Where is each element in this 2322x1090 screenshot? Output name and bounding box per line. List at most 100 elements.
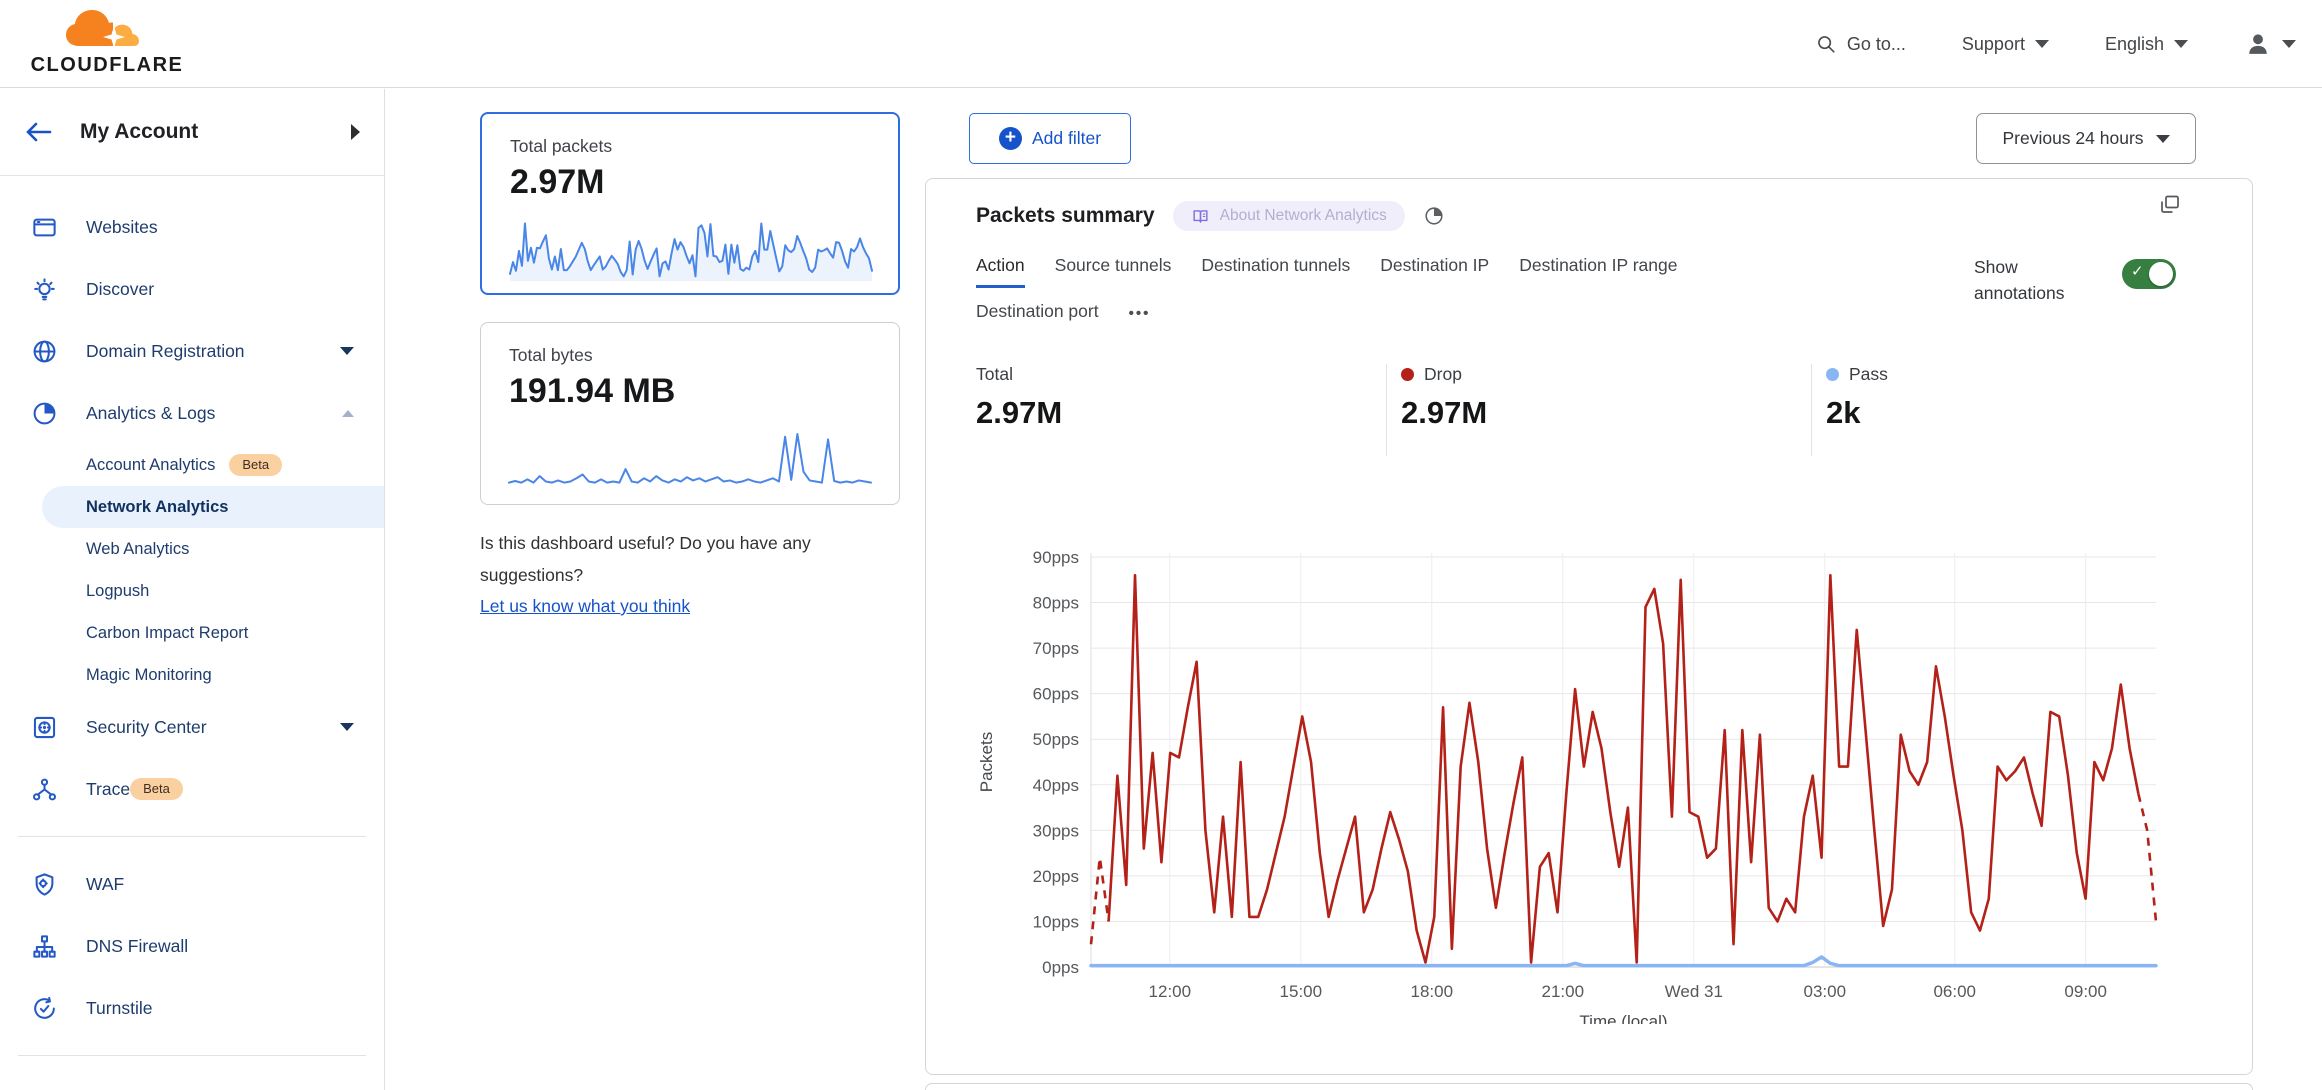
sidebar-item-turnstile[interactable]: Turnstile xyxy=(0,977,384,1039)
account-menu[interactable] xyxy=(2244,30,2296,58)
stat-value: 2.97M xyxy=(1401,395,1487,431)
back-arrow-icon[interactable] xyxy=(24,120,54,144)
svg-text:15:00: 15:00 xyxy=(1280,982,1323,1001)
about-network-analytics-pill[interactable]: About Network Analytics xyxy=(1173,201,1405,231)
check-icon: ✓ xyxy=(2131,262,2144,280)
about-pill-label: About Network Analytics xyxy=(1220,207,1387,225)
svg-text:0pps: 0pps xyxy=(1042,958,1079,977)
brand-wordmark: CLOUDFLARE xyxy=(22,54,192,77)
sidebar-subitem-label: Magic Monitoring xyxy=(86,666,212,685)
add-filter-label: Add filter xyxy=(1032,128,1101,149)
go-to-search[interactable]: Go to... xyxy=(1815,33,1906,55)
sidebar-subitem-label: Web Analytics xyxy=(86,540,189,559)
sidebar-item-websites[interactable]: Websites xyxy=(0,196,384,258)
packets-line-chart[interactable]: 0pps10pps20pps30pps40pps50pps60pps70pps8… xyxy=(976,539,2216,1024)
time-range-label: Previous 24 hours xyxy=(2002,128,2143,149)
sidebar-item-domain-registration[interactable]: Domain Registration xyxy=(0,320,384,382)
svg-text:10pps: 10pps xyxy=(1033,912,1079,931)
sidebar-item-label: Trace xyxy=(86,779,130,800)
packets-sparkline xyxy=(508,211,874,283)
chevron-right-icon[interactable] xyxy=(351,124,360,140)
sidebar-item-more[interactable] xyxy=(0,1072,384,1090)
svg-text:90pps: 90pps xyxy=(1033,548,1079,567)
svg-text:40pps: 40pps xyxy=(1033,776,1079,795)
total-bytes-card[interactable]: Total bytes 191.94 MB xyxy=(480,322,900,505)
tab-destination-port[interactable]: Destination port xyxy=(976,301,1099,331)
time-range-button[interactable]: Previous 24 hours xyxy=(1976,113,2196,164)
beta-badge: Beta xyxy=(130,778,183,800)
sidebar-subitem-label: Network Analytics xyxy=(86,498,228,517)
sidebar-divider xyxy=(18,1055,366,1056)
sidebar-item-waf[interactable]: WAF xyxy=(0,853,384,915)
sidebar-item-label: Websites xyxy=(86,217,354,238)
sidebar-item-carbon-impact-report[interactable]: Carbon Impact Report xyxy=(0,612,384,654)
tab-destination-tunnels[interactable]: Destination tunnels xyxy=(1201,255,1350,288)
stat-pass: Pass2k xyxy=(1826,364,1888,431)
tab-action[interactable]: Action xyxy=(976,255,1025,288)
sidebar-item-web-analytics[interactable]: Web Analytics xyxy=(0,528,384,570)
plus-icon: + xyxy=(999,127,1022,150)
more-tabs-icon[interactable]: ••• xyxy=(1129,305,1151,328)
sidebar-item-label: Domain Registration xyxy=(86,341,340,362)
sidebar-item-magic-monitoring[interactable]: Magic Monitoring xyxy=(0,654,384,696)
svg-text:70pps: 70pps xyxy=(1033,639,1079,658)
sidebar-item-dns-firewall[interactable]: DNS Firewall xyxy=(0,915,384,977)
svg-text:80pps: 80pps xyxy=(1033,594,1079,613)
sidebar-item-trace[interactable]: TraceBeta xyxy=(0,758,384,820)
total-packets-card[interactable]: Total packets 2.97M xyxy=(480,112,900,295)
person-icon xyxy=(2244,30,2272,58)
chevron-down-icon xyxy=(340,347,354,355)
sidebar-item-label: Security Center xyxy=(86,717,340,738)
svg-text:Packets: Packets xyxy=(977,732,996,792)
sidebar: My Account WebsitesDiscoverDomain Regist… xyxy=(0,89,385,1090)
svg-text:09:00: 09:00 xyxy=(2064,982,2107,1001)
pie-chart-icon[interactable] xyxy=(1423,205,1445,227)
svg-text:30pps: 30pps xyxy=(1033,821,1079,840)
beta-badge: Beta xyxy=(229,454,282,476)
chevron-down-icon xyxy=(2174,40,2188,48)
stat-divider xyxy=(1811,364,1812,456)
toggle-knob xyxy=(2149,262,2173,286)
next-panel-edge xyxy=(925,1083,2253,1090)
stats-row: Total2.97MDrop2.97MPass2k xyxy=(926,364,2254,460)
dimension-tabs-row-1: Action Source tunnels Destination tunnels D… xyxy=(976,255,1677,288)
support-menu[interactable]: Support xyxy=(1962,34,2049,55)
tab-source-tunnels[interactable]: Source tunnels xyxy=(1055,255,1172,288)
sidebar-item-label: Turnstile xyxy=(86,998,354,1019)
rotate-check-icon xyxy=(30,994,58,1022)
sidebar-item-security-center[interactable]: Security Center xyxy=(0,696,384,758)
sidebar-item-logpush[interactable]: Logpush xyxy=(0,570,384,612)
support-label: Support xyxy=(1962,34,2025,55)
svg-text:18:00: 18:00 xyxy=(1411,982,1454,1001)
show-annotations-toggle[interactable]: ✓ xyxy=(2122,259,2176,289)
svg-text:20pps: 20pps xyxy=(1033,867,1079,886)
sidebar-item-account-analytics[interactable]: Account Analytics Beta xyxy=(0,444,384,486)
add-filter-button[interactable]: + Add filter xyxy=(969,113,1131,164)
sidebar-item-label: Analytics & Logs xyxy=(86,403,342,424)
sidebar-item-analytics-logs[interactable]: Analytics & Logs xyxy=(0,382,384,444)
chevron-up-icon xyxy=(342,410,354,417)
feedback-link[interactable]: Let us know what you think xyxy=(480,596,690,616)
cloudflare-logo[interactable]: CLOUDFLARE xyxy=(22,6,192,82)
card-value: 2.97M xyxy=(510,163,898,202)
panel-title: Packets summary xyxy=(976,204,1155,228)
sidebar-subitem-label: Account Analytics xyxy=(86,456,215,475)
packets-summary-panel: Packets summary About Network Analytics … xyxy=(925,178,2253,1075)
safe-icon xyxy=(30,713,58,741)
cloudflare-dashboard: CLOUDFLARE Go to... Support English xyxy=(0,0,2322,1090)
sidebar-subitem-label: Carbon Impact Report xyxy=(86,624,248,643)
language-menu[interactable]: English xyxy=(2105,34,2188,55)
copy-icon[interactable] xyxy=(2158,193,2182,217)
tab-destination-ip[interactable]: Destination IP xyxy=(1380,255,1489,288)
sidebar-subitem-label: Logpush xyxy=(86,582,149,601)
svg-text:60pps: 60pps xyxy=(1033,685,1079,704)
card-title: Total packets xyxy=(510,136,898,157)
sidebar-item-discover[interactable]: Discover xyxy=(0,258,384,320)
svg-text:03:00: 03:00 xyxy=(1804,982,1847,1001)
dimension-tabs-row-2: Destination port ••• xyxy=(976,301,1150,331)
sidebar-item-network-analytics[interactable]: Network Analytics xyxy=(42,486,384,528)
trace-icon xyxy=(30,775,58,803)
card-title: Total bytes xyxy=(509,345,899,366)
feedback-question: Is this dashboard useful? Do you have an… xyxy=(480,533,811,585)
tab-destination-ip-range[interactable]: Destination IP range xyxy=(1519,255,1677,288)
